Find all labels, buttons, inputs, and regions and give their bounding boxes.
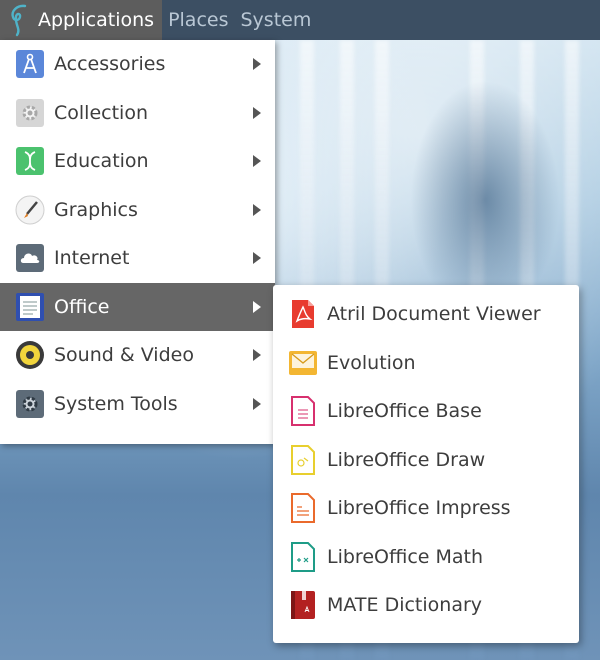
submenu-arrow-icon	[253, 252, 261, 265]
applications-label: Applications	[38, 9, 155, 31]
menu-item-accessories[interactable]: Accessories	[0, 40, 275, 89]
submenu-arrow-icon	[253, 349, 261, 362]
libreoffice-draw-icon	[287, 444, 319, 476]
applications-menu-button[interactable]: Applications	[0, 0, 163, 40]
envelope-icon	[287, 347, 319, 379]
menu-item-internet[interactable]: Internet	[0, 234, 275, 283]
menu-item-system-tools[interactable]: System Tools	[0, 380, 275, 429]
submenu-arrow-icon	[253, 58, 261, 71]
menu-item-education[interactable]: Education	[0, 137, 275, 186]
submenu-item-label: Evolution	[327, 351, 416, 374]
applications-menu: Accessories Collection Education Graphic…	[0, 40, 275, 444]
submenu-arrow-icon	[253, 397, 261, 410]
submenu-item-label: Atril Document Viewer	[327, 303, 541, 326]
pdf-icon	[287, 298, 319, 330]
gear-icon	[14, 388, 46, 420]
gear-icon	[14, 97, 46, 129]
menu-item-collection[interactable]: Collection	[0, 89, 275, 138]
document-icon	[14, 291, 46, 323]
ice-shadow	[410, 80, 560, 320]
places-menu-button[interactable]: Places	[162, 0, 234, 40]
submenu-item-libreoffice-math[interactable]: LibreOffice Math	[273, 533, 579, 582]
cloud-icon	[14, 242, 46, 274]
menu-item-label: System Tools	[54, 392, 178, 415]
submenu-arrow-icon	[253, 155, 261, 168]
libreoffice-impress-icon	[287, 492, 319, 524]
office-submenu: Atril Document Viewer Evolution LibreOff…	[273, 285, 579, 643]
submenu-item-atril[interactable]: Atril Document Viewer	[273, 290, 579, 339]
desktop-background: Applications Places System Accessories C…	[0, 0, 600, 660]
menu-item-graphics[interactable]: Graphics	[0, 186, 275, 235]
submenu-item-libreoffice-impress[interactable]: LibreOffice Impress	[273, 484, 579, 533]
top-panel: Applications Places System	[0, 0, 600, 40]
menu-item-label: Internet	[54, 247, 130, 270]
paintbrush-icon	[14, 194, 46, 226]
gnome-foot-logo-icon	[4, 2, 34, 38]
menu-item-label: Graphics	[54, 198, 138, 221]
menu-item-label: Sound & Video	[54, 344, 194, 367]
menu-item-sound-video[interactable]: Sound & Video	[0, 331, 275, 380]
libreoffice-math-icon	[287, 541, 319, 573]
submenu-item-label: LibreOffice Draw	[327, 448, 486, 471]
libreoffice-base-icon	[287, 395, 319, 427]
submenu-item-label: LibreOffice Base	[327, 400, 482, 423]
submenu-item-mate-dictionary[interactable]: MATE Dictionary	[273, 581, 579, 630]
menu-item-label: Education	[54, 150, 149, 173]
submenu-arrow-icon	[253, 106, 261, 119]
submenu-item-libreoffice-base[interactable]: LibreOffice Base	[273, 387, 579, 436]
system-menu-button[interactable]: System	[234, 0, 317, 40]
speaker-icon	[14, 339, 46, 371]
menu-item-office[interactable]: Office	[0, 282, 275, 331]
dna-icon	[14, 145, 46, 177]
submenu-item-evolution[interactable]: Evolution	[273, 339, 579, 388]
submenu-arrow-icon	[253, 203, 261, 216]
submenu-arrow-icon	[253, 300, 261, 313]
compass-icon	[14, 48, 46, 80]
menu-item-label: Collection	[54, 101, 148, 124]
submenu-item-libreoffice-draw[interactable]: LibreOffice Draw	[273, 436, 579, 485]
submenu-item-label: MATE Dictionary	[327, 594, 483, 617]
submenu-item-label: LibreOffice Impress	[327, 497, 511, 520]
submenu-item-label: LibreOffice Math	[327, 545, 484, 568]
dictionary-icon	[287, 589, 319, 621]
menu-item-label: Office	[54, 295, 110, 318]
menu-item-label: Accessories	[54, 53, 166, 76]
